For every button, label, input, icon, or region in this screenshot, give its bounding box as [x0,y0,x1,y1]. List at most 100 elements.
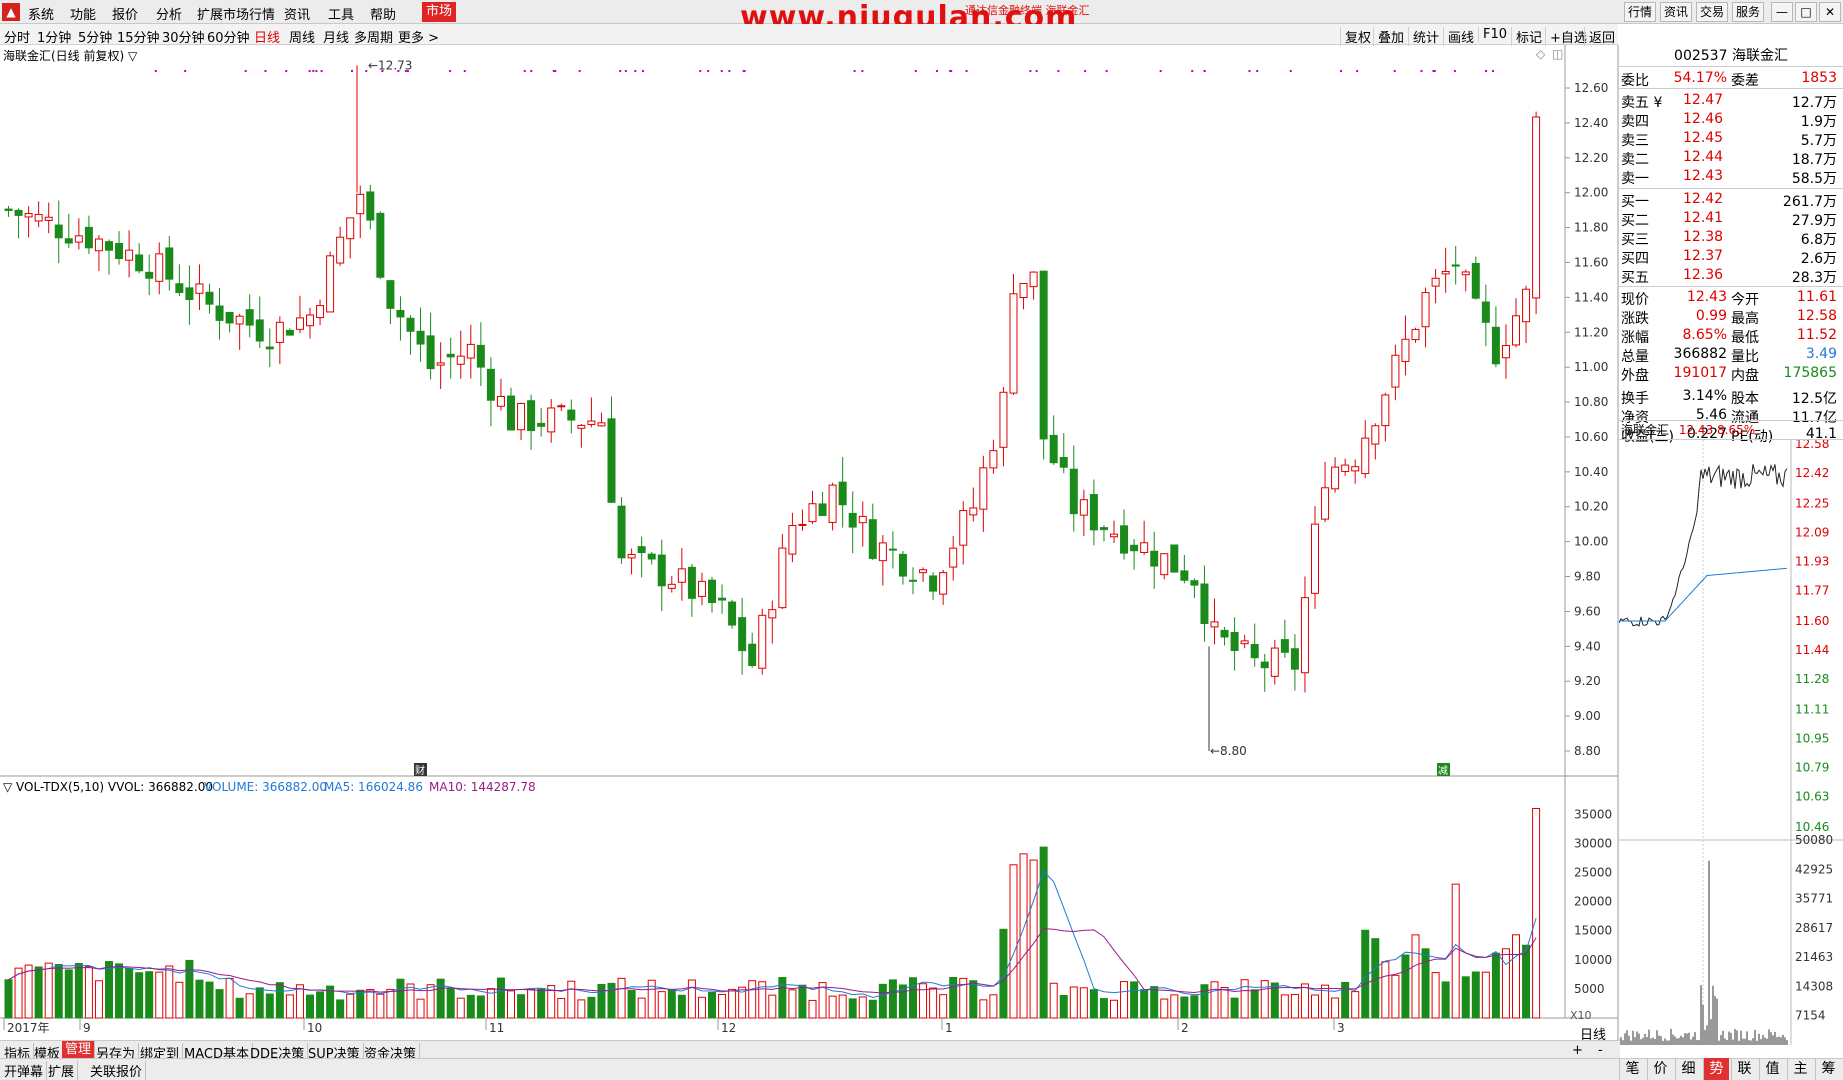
candle [1150,550,1159,567]
price-tick: 10.40 [1574,465,1608,479]
minimize-icon[interactable]: — [1771,2,1793,22]
right-tab[interactable]: 值 [1759,1058,1785,1080]
expand-button[interactable]: 扩展 [48,1061,79,1080]
volume-bar [778,977,787,1019]
right-tab[interactable]: 筹 [1815,1058,1841,1080]
volume-bar [1099,998,1108,1019]
sell-price: 12.47 [1683,92,1724,108]
signal-dot [244,70,247,72]
price-tick: 11.40 [1574,290,1608,304]
volume-bar [1501,948,1510,1019]
signal-dot [523,70,526,72]
volume-bar [989,994,998,1019]
signal-dot [914,70,917,72]
price-tick: 10.20 [1574,500,1608,514]
date-label: 9 [83,1021,91,1035]
right-tab[interactable]: 势 [1703,1058,1729,1080]
buy-price: 12.36 [1683,267,1724,283]
mini-volume-tick: 50080 [1795,833,1833,847]
volume-bar [1532,807,1541,1019]
volume-tick: 15000 [1574,924,1612,938]
volume-bar [1341,981,1350,1019]
sell-row: 卖三 12.45 5.7万 [1619,129,1843,149]
volume-tick: 35000 [1574,807,1612,821]
diamond-icon[interactable]: ◇ [1536,47,1546,61]
volume-bar [667,989,676,1019]
close-icon[interactable]: ✕ [1819,2,1841,22]
volume-bar [687,979,696,1019]
signal-dot [1159,70,1162,72]
volume-bar [878,983,887,1019]
candle [1079,499,1088,516]
restore-icon[interactable]: □ [1795,2,1817,22]
stat-label: 总量 [1621,349,1649,365]
signal-dot [950,70,953,72]
signal-dot [1035,70,1038,72]
signal-dot [449,70,452,72]
mini-pct: 8.65% [1717,423,1756,437]
candle [738,617,747,652]
zoom-in-button[interactable]: + [1572,1043,1586,1058]
service-button[interactable]: 服务 [1732,2,1764,22]
signal-dot [1484,70,1487,72]
candle [1451,264,1460,267]
kline-chart[interactable]: 12.60 12.40 12.20 12.00 11.80 11.60 11.40 11.20… [0,0,1620,1040]
volume-bar [1441,981,1450,1019]
stat-value: 0.99 [1695,308,1727,324]
related-quote-button[interactable]: 关联报价 [90,1061,147,1080]
news-button[interactable]: 资讯 [1660,2,1692,22]
volume-bar [155,971,164,1019]
volume-bar [1512,934,1520,1019]
sell-level-label: 卖四 [1621,114,1649,130]
right-tab[interactable]: 细 [1675,1058,1701,1080]
candle [486,368,495,401]
candle [728,601,737,626]
volume-bar [537,987,546,1019]
candle [125,249,134,261]
quote-button[interactable]: 行情 [1624,2,1656,22]
mini-price-tick: 12.25 [1795,497,1829,511]
right-tab[interactable]: 笔 [1619,1058,1645,1080]
danmu-button[interactable]: 开弹幕 [4,1061,48,1080]
signal-dot [619,70,622,72]
volume-bar [929,987,938,1019]
volume-bar [1180,996,1189,1019]
candle [547,407,556,433]
candle [1099,527,1108,531]
price-tick: 11.20 [1574,325,1608,339]
candle [1501,345,1510,359]
candle [909,579,917,582]
low-price-label: ←8.80 [1210,744,1247,758]
candle [1270,647,1279,677]
candle [969,507,978,516]
volume-bar [275,982,284,1019]
signal-dot [1248,70,1251,72]
candle [456,355,465,365]
right-tab[interactable]: 价 [1647,1058,1673,1080]
right-tab[interactable]: 主 [1787,1058,1813,1080]
chart-title: 海联金汇(日线 前复权) ▽ [3,49,138,63]
panel-icon[interactable]: ◫ [1552,47,1563,61]
buy-volume: 6.8万 [1800,232,1837,248]
price-tick: 9.80 [1574,570,1601,584]
volume-bar [708,991,716,1019]
tab-manage[interactable]: 管理 [62,1041,96,1059]
volume-bar [1079,987,1088,1019]
sell-volume: 1.9万 [1800,114,1837,130]
signal-dot [935,70,938,72]
candle [4,208,13,211]
candle [828,484,837,523]
candle [1130,544,1139,552]
volume-bar [828,995,837,1019]
sell-level-label: 卖二 [1621,152,1649,168]
stat-label: 外盘 [1621,368,1649,384]
zoom-out-button[interactable]: - [1598,1043,1606,1058]
right-tab[interactable]: 联 [1731,1058,1757,1080]
mini-volume-tick: 35771 [1795,892,1833,906]
candle [1361,437,1370,475]
intraday-mini-chart[interactable]: 12.58 12.42 12.25 12.09 11.93 11.77 11.60 11.44… [1619,440,1843,1080]
buy-volume: 28.3万 [1791,270,1837,286]
trade-button[interactable]: 交易 [1696,2,1728,22]
signal-dot [1420,70,1423,72]
weibi-row: 委比 54.17% 委差 1853 [1619,69,1843,89]
